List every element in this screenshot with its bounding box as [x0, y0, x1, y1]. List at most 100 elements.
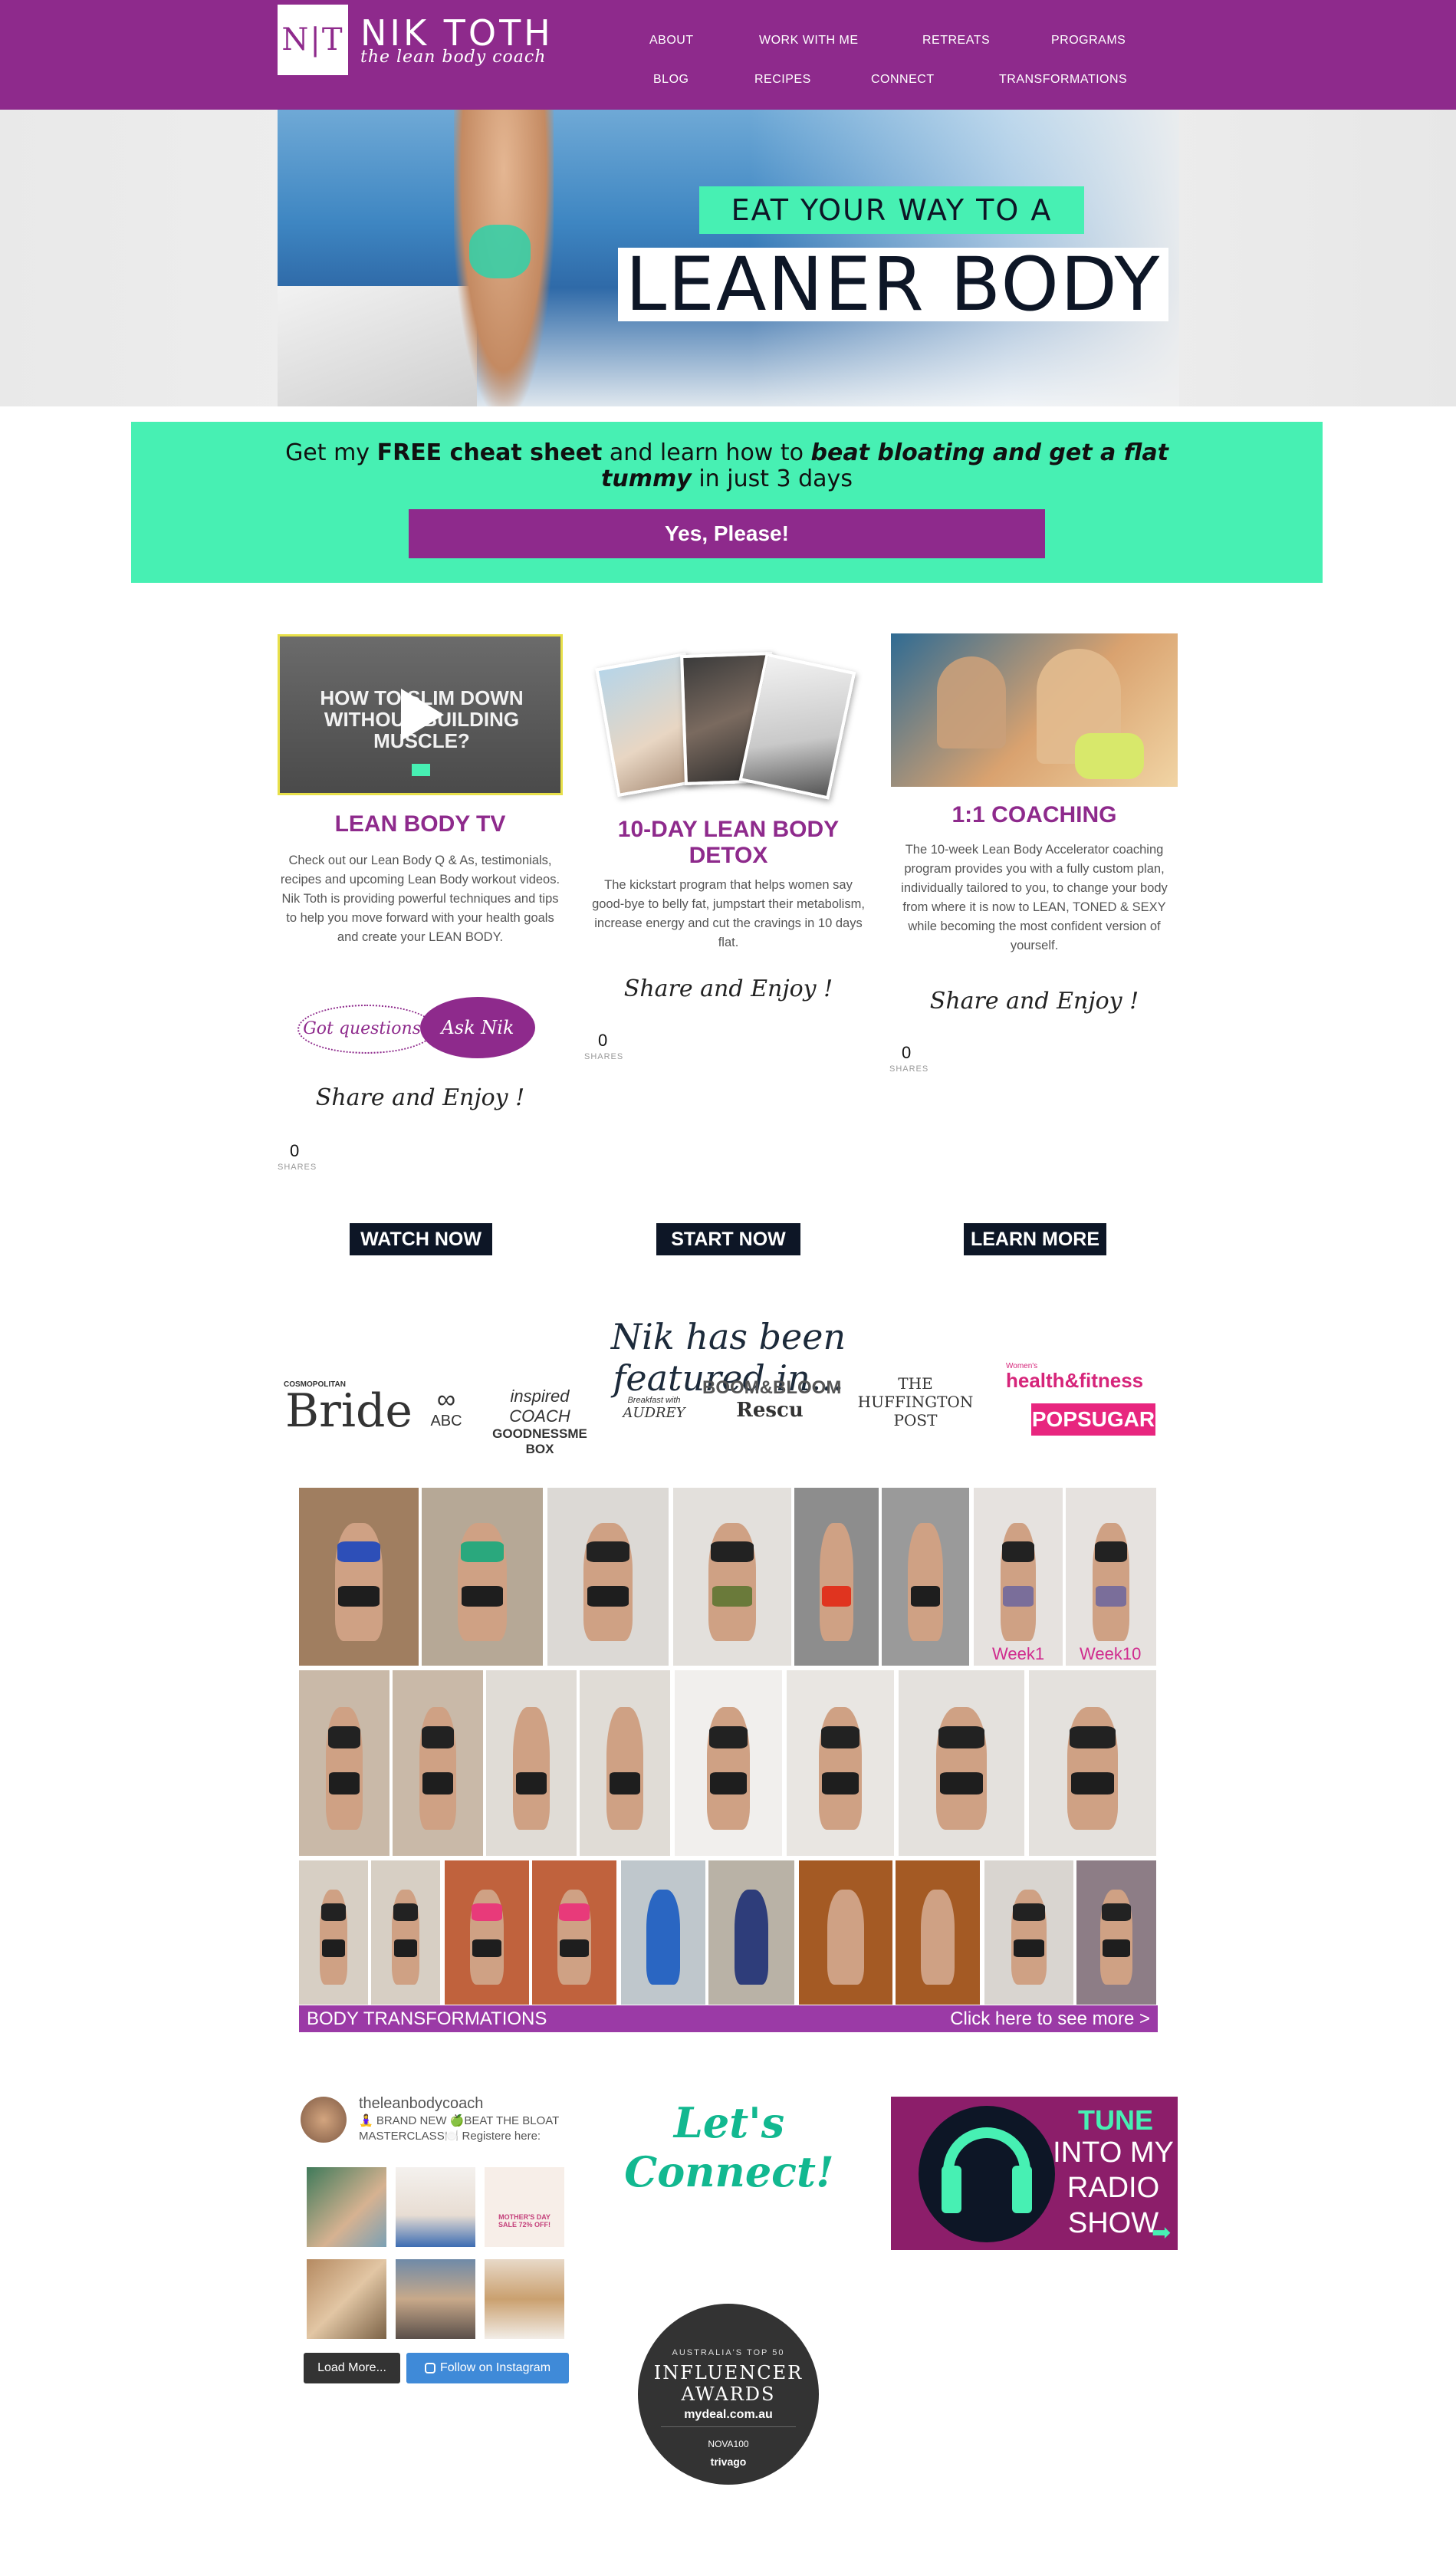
instagram-post[interactable] [307, 2167, 386, 2247]
transformation-photo [532, 1860, 616, 2005]
logo-top-text: Breakfast with [627, 1396, 681, 1405]
photo-top [1102, 1903, 1131, 1921]
logo-goodnessme[interactable]: inspired COACH GOODNESSME BOX [478, 1387, 601, 1457]
nav-work-with-me[interactable]: WORK WITH ME [759, 34, 859, 48]
transformation-photo [984, 1860, 1073, 2005]
photo-top [708, 1725, 748, 1748]
share-and-enjoy-text: Share and Enjoy ! [929, 988, 1139, 1015]
detox-title[interactable]: 10-DAY LEAN BODY DETOX [590, 817, 866, 869]
photo-bottom [1103, 1939, 1130, 1957]
lean-body-tv-video[interactable]: HOW TO SLIM DOWN WITHOUT BUILDING MUSCLE… [278, 634, 563, 795]
logo-boom-bloom-rescu[interactable]: BOOM&BLOOM Rescu [702, 1377, 841, 1422]
instagram-post[interactable] [396, 2259, 475, 2339]
transformation-photo [794, 1488, 879, 1666]
photo-figure [921, 1889, 955, 1985]
nav-blog[interactable]: BLOG [653, 73, 689, 87]
yes-please-button[interactable]: Yes, Please! [409, 509, 1045, 558]
ask-nik-graphic[interactable]: Got questions? Ask Nik [297, 997, 543, 1064]
instagram-post[interactable] [396, 2167, 475, 2247]
coaching-title[interactable]: 1:1 COACHING [891, 802, 1178, 828]
play-icon[interactable] [401, 689, 444, 741]
photo-top [421, 1725, 455, 1748]
radio-show-banner[interactable]: TUNE INTO MY RADIO SHOW ➡ [891, 2097, 1178, 2250]
photo-top [1013, 1903, 1045, 1921]
avatar[interactable] [301, 2097, 347, 2143]
photo-bottom [609, 1772, 641, 1795]
photo-top [559, 1903, 590, 1921]
photo-top [327, 1725, 361, 1748]
follow-on-instagram-button[interactable]: Follow on Instagram [406, 2353, 569, 2383]
logo-mark[interactable]: N|T [278, 5, 348, 75]
week1-label: Week1 [992, 1644, 1045, 1663]
abc-wave-icon: ∞ [436, 1385, 456, 1414]
logo-huffington-post[interactable]: THE HUFFINGTON POST [851, 1374, 980, 1429]
photo-bottom [940, 1772, 983, 1795]
lean-body-tv-title[interactable]: LEAN BODY TV [278, 811, 563, 837]
logo-cosmopolitan-bride[interactable]: COSMOPOLITAN Bride [284, 1380, 414, 1438]
transformation-photo [393, 1670, 483, 1856]
transformation-photo [621, 1860, 705, 2005]
banner-text-bold: FREE cheat sheet [376, 439, 603, 466]
share-label: SHARES [889, 1064, 929, 1074]
coaching-photo[interactable] [891, 633, 1178, 787]
photo-top [1094, 1541, 1128, 1563]
page: N|T NIK TOTH the lean body coach ABOUT W… [0, 0, 1456, 2556]
photo-top [820, 1725, 860, 1748]
award-line1: AUSTRALIA'S TOP 50 [672, 2348, 785, 2357]
influencer-award-badge[interactable]: AUSTRALIA'S TOP 50 INFLUENCER AWARDS myd… [638, 2304, 819, 2485]
photo-figure [908, 1523, 943, 1641]
photo-bottom [462, 1585, 503, 1607]
photo-top [337, 1541, 381, 1563]
nav-programs[interactable]: PROGRAMS [1051, 34, 1126, 48]
transformation-photo [299, 1860, 368, 2005]
instagram-feed: theleanbodycoach 🧘‍♀️ BRAND NEW 🍏BEAT TH… [301, 2091, 570, 2383]
body-transformations-gallery[interactable]: Week1 Week10 BODY TRANSFORMATIONS Click … [299, 1488, 1158, 2032]
transformation-photo [547, 1488, 669, 1666]
lets-connect-heading: Let's Connect! [624, 2098, 834, 2196]
transformation-photo [1029, 1670, 1156, 1856]
learn-more-button[interactable]: LEARN MORE [964, 1223, 1106, 1255]
logo-abc[interactable]: ∞ ABC [422, 1387, 471, 1430]
transformation-photo [422, 1488, 543, 1666]
got-questions-bubble: Got questions? [297, 1005, 435, 1054]
brand-tagline: the lean body coach [360, 48, 547, 67]
start-now-button[interactable]: START NOW [656, 1223, 800, 1255]
share-label: SHARES [278, 1163, 317, 1172]
load-more-button[interactable]: Load More... [304, 2353, 400, 2383]
see-more-link[interactable]: Click here to see more > [950, 2005, 1150, 2032]
photo-top [393, 1903, 419, 1921]
instagram-username[interactable]: theleanbodycoach [359, 2095, 483, 2113]
logo-main-text: AUDREY [623, 1405, 685, 1421]
logo-main-text: Rescu [736, 1399, 804, 1422]
coach-shirt [1075, 733, 1144, 779]
award-divider [661, 2426, 796, 2427]
instagram-post[interactable] [485, 2259, 564, 2339]
transformations-bar[interactable]: BODY TRANSFORMATIONS Click here to see m… [299, 2005, 1158, 2032]
logo-main-text: Bride [285, 1384, 412, 1438]
instagram-post[interactable] [307, 2259, 386, 2339]
instagram-post[interactable]: MOTHER'S DAY SALE 72% OFF! [485, 2167, 564, 2247]
share-label: SHARES [584, 1052, 624, 1061]
photo-top [938, 1725, 984, 1748]
nav-about[interactable]: ABOUT [649, 34, 694, 48]
ask-nik-bubble[interactable]: Ask Nik [420, 997, 535, 1058]
photo-top [460, 1541, 505, 1563]
logo-popsugar[interactable]: POPSUGAR [1031, 1403, 1155, 1436]
radio-tune: TUNE [1078, 2104, 1153, 2136]
logo-breakfast-with-audrey[interactable]: Breakfast with AUDREY [610, 1396, 698, 1421]
logo-health-fitness[interactable]: Women's health&fitness [1006, 1362, 1143, 1390]
nav-connect[interactable]: CONNECT [871, 73, 935, 87]
detox-ebook-image[interactable] [595, 646, 856, 800]
coaching-description: The 10-week Lean Body Accelerator coachi… [901, 843, 1168, 952]
nav-retreats[interactable]: RETREATS [922, 34, 990, 48]
transformation-photo [445, 1860, 529, 2005]
photo-bottom [1014, 1939, 1044, 1957]
banner-text-mid: and learn how to [602, 439, 811, 466]
instagram-icon [424, 2362, 435, 2373]
transformation-photo [708, 1860, 794, 2005]
nav-transformations[interactable]: TRANSFORMATIONS [999, 73, 1127, 87]
photo-bottom [1070, 1772, 1115, 1795]
nav-recipes[interactable]: RECIPES [754, 73, 811, 87]
watch-now-button[interactable]: WATCH NOW [350, 1223, 492, 1255]
transformation-photo [787, 1670, 894, 1856]
